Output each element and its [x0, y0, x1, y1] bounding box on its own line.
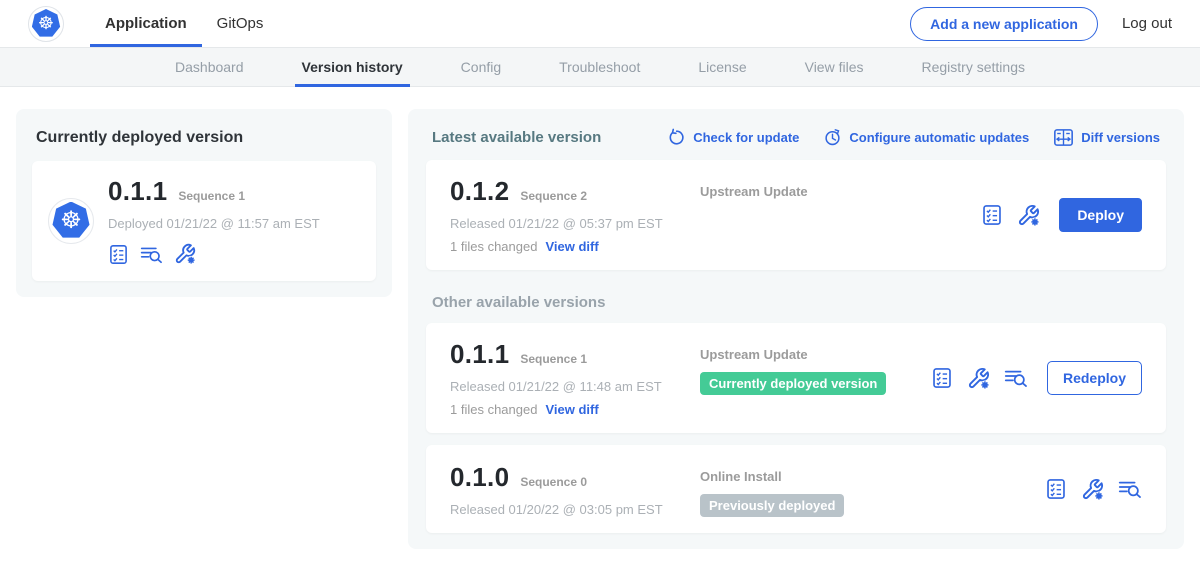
subnav-tab-dashboard[interactable]: Dashboard [146, 48, 273, 86]
preflight-checks-icon[interactable] [108, 244, 129, 265]
tab-gitops[interactable]: GitOps [202, 0, 279, 47]
version-source: Online Install [700, 469, 1045, 484]
view-diff-link[interactable]: View diff [545, 239, 598, 254]
subnav-tab-view-files[interactable]: View files [776, 48, 893, 86]
sequence-label: Sequence 0 [520, 475, 587, 489]
files-changed-label: 1 files changed [450, 402, 537, 417]
top-bar: ☸ Application GitOps Add a new applicati… [0, 0, 1200, 47]
version-source: Upstream Update [700, 184, 981, 199]
app-icon: ☸ [48, 198, 94, 244]
previously-deployed-badge: Previously deployed [700, 494, 844, 517]
preflight-checks-icon[interactable] [931, 367, 953, 389]
deployed-sequence-label: Sequence 1 [178, 189, 245, 203]
released-date: Released 01/21/22 @ 05:37 pm EST [450, 216, 700, 231]
deployed-version-card: ☸ 0.1.1 Sequence 1 Deployed 01/21/22 @ 1… [32, 161, 376, 281]
files-changed-label: 1 files changed [450, 239, 537, 254]
diff-icon [1053, 127, 1074, 148]
refresh-icon [667, 128, 686, 147]
add-new-application-button[interactable]: Add a new application [910, 7, 1098, 41]
edit-config-icon[interactable] [967, 367, 990, 390]
view-logs-icon[interactable] [1118, 478, 1142, 500]
sequence-label: Sequence 1 [520, 352, 587, 366]
version-card-0-1-1: 0.1.1 Sequence 1 Released 01/21/22 @ 11:… [426, 323, 1166, 433]
version-card-0-1-0: 0.1.0 Sequence 0 Released 01/20/22 @ 03:… [426, 445, 1166, 533]
configure-automatic-updates-link[interactable]: Configure automatic updates [823, 128, 1029, 147]
version-card-0-1-2: 0.1.2 Sequence 2 Released 01/21/22 @ 05:… [426, 160, 1166, 270]
currently-deployed-panel: Currently deployed version ☸ 0.1.1 Seque… [16, 109, 392, 297]
logout-link[interactable]: Log out [1122, 15, 1172, 32]
check-for-update-link[interactable]: Check for update [667, 128, 799, 147]
redeploy-button[interactable]: Redeploy [1047, 361, 1142, 395]
diff-versions-link[interactable]: Diff versions [1053, 127, 1160, 148]
version-number: 0.1.2 [450, 176, 509, 207]
view-logs-icon[interactable] [1004, 367, 1028, 389]
tab-application[interactable]: Application [90, 0, 202, 47]
deploy-button[interactable]: Deploy [1059, 198, 1142, 232]
sequence-label: Sequence 2 [520, 189, 587, 203]
other-versions-title: Other available versions [432, 294, 1160, 311]
kubernetes-logo-icon[interactable]: ☸ [28, 6, 64, 42]
subnav-tab-license[interactable]: License [669, 48, 775, 86]
deployed-version-number: 0.1.1 [108, 176, 167, 207]
released-date: Released 01/20/22 @ 03:05 pm EST [450, 502, 700, 517]
preflight-checks-icon[interactable] [1045, 478, 1067, 500]
released-date: Released 01/21/22 @ 11:48 am EST [450, 379, 700, 394]
tab-application-label: Application [105, 15, 187, 32]
view-diff-link[interactable]: View diff [545, 402, 598, 417]
tab-gitops-label: GitOps [217, 15, 264, 32]
clock-history-icon [823, 128, 842, 147]
latest-available-title: Latest available version [432, 129, 601, 146]
currently-deployed-badge: Currently deployed version [700, 372, 886, 395]
subnav-tab-version-history[interactable]: Version history [273, 48, 432, 86]
preflight-checks-icon[interactable] [981, 204, 1003, 226]
version-number: 0.1.1 [450, 339, 509, 370]
edit-config-icon[interactable] [174, 243, 196, 265]
subnav-tab-registry-settings[interactable]: Registry settings [893, 48, 1054, 86]
deployed-date: Deployed 01/21/22 @ 11:57 am EST [108, 216, 320, 231]
deployed-panel-title: Currently deployed version [36, 129, 372, 147]
section-nav: Dashboard Version history Config Trouble… [0, 47, 1200, 87]
subnav-tab-config[interactable]: Config [432, 48, 530, 86]
edit-config-icon[interactable] [1017, 204, 1040, 227]
view-logs-icon[interactable] [140, 244, 163, 265]
app-nav: Application GitOps [90, 0, 278, 47]
subnav-tab-troubleshoot[interactable]: Troubleshoot [530, 48, 669, 86]
version-number: 0.1.0 [450, 462, 509, 493]
version-source: Upstream Update [700, 347, 931, 362]
main-content: Currently deployed version ☸ 0.1.1 Seque… [0, 87, 1200, 549]
edit-config-icon[interactable] [1081, 478, 1104, 501]
available-versions-panel: Latest available version Check for updat… [408, 109, 1184, 549]
